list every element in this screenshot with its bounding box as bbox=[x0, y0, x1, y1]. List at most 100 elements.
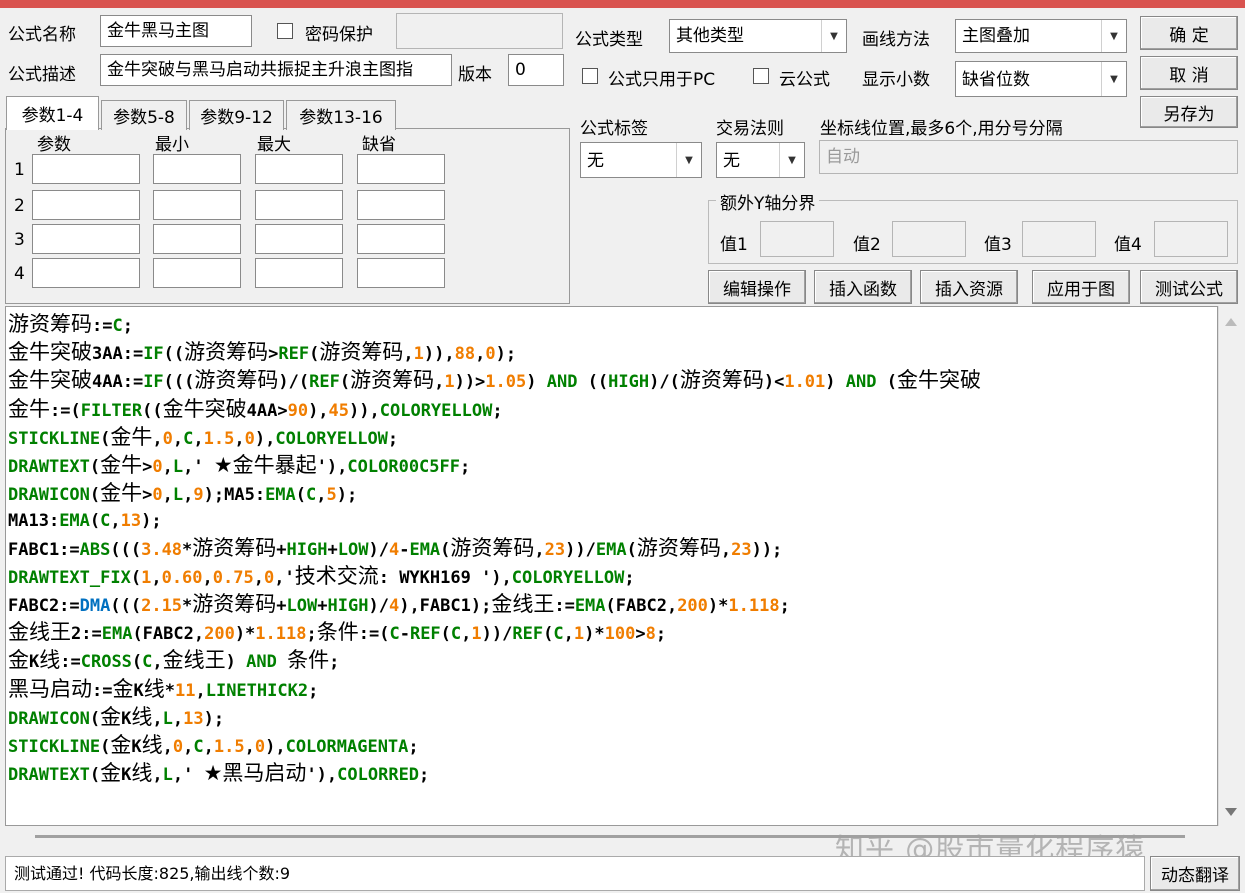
code-token: - bbox=[399, 624, 410, 645]
code-token: DRAWICON bbox=[8, 485, 90, 506]
insert-function-button[interactable]: 插入函数 bbox=[814, 270, 912, 304]
param-default-input[interactable] bbox=[357, 154, 445, 184]
code-line[interactable]: DRAWICON(金牛>0,L,9);MA5:EMA(C,5); bbox=[8, 480, 981, 508]
password-input[interactable] bbox=[396, 13, 563, 49]
param-name-input[interactable] bbox=[32, 190, 140, 220]
tab-params-5-8[interactable]: 参数5-8 bbox=[101, 100, 187, 130]
vertical-scrollbar[interactable] bbox=[1218, 306, 1244, 826]
param-name-input[interactable] bbox=[32, 258, 140, 288]
ok-button[interactable]: 确 定 bbox=[1140, 16, 1238, 50]
code-token: ((游资筹码> bbox=[163, 340, 279, 365]
code-line[interactable]: DRAWTEXT_FIX(1,0.60,0.75,0,'技术交流: WYKH16… bbox=[8, 563, 981, 591]
param-default-input[interactable] bbox=[357, 224, 445, 254]
code-token: AND bbox=[246, 652, 277, 673]
formula-name-label: 公式名称 bbox=[8, 25, 76, 45]
code-line[interactable]: STICKLINE(金牛,0,C,1.5,0),COLORYELLOW; bbox=[8, 424, 981, 452]
param-header-max: 最大 bbox=[257, 135, 291, 155]
pc-only-checkbox[interactable] bbox=[582, 68, 598, 84]
param-min-input[interactable] bbox=[153, 190, 241, 220]
tab-params-1-4[interactable]: 参数1-4 bbox=[6, 96, 99, 130]
code-text[interactable]: 游资筹码:=C; 金牛突破3AA:=IF((游资筹码>REF(游资筹码,1)),8… bbox=[8, 311, 981, 788]
apply-to-chart-button[interactable]: 应用于图 bbox=[1032, 270, 1130, 304]
code-token: , bbox=[183, 737, 194, 758]
draw-method-select[interactable]: 主图叠加 ▼ bbox=[955, 19, 1127, 53]
code-token: ABS bbox=[79, 539, 111, 560]
code-line[interactable]: DRAWTEXT(金牛>0,L,' ★金牛暴起'),COLOR00C5FF; bbox=[8, 452, 981, 480]
code-line[interactable]: 金牛突破4AA:=IF(((游资筹码)/(REF(游资筹码,1))>1.05) … bbox=[8, 367, 981, 395]
chevron-down-icon[interactable]: ▼ bbox=[676, 143, 701, 177]
formula-type-select[interactable]: 其他类型 ▼ bbox=[669, 19, 847, 53]
code-token: ; bbox=[387, 428, 399, 449]
code-token: )), bbox=[423, 344, 455, 365]
chevron-down-icon[interactable]: ▼ bbox=[1101, 20, 1126, 52]
param-min-input[interactable] bbox=[153, 154, 241, 184]
code-token: HIGH bbox=[608, 372, 650, 393]
scroll-down-icon[interactable] bbox=[1225, 808, 1237, 816]
code-token: DRAWICON bbox=[8, 708, 90, 729]
code-line[interactable]: 金牛:=(FILTER((金牛突破4AA>90),45)),COLORYELLO… bbox=[8, 396, 981, 424]
dynamic-translate-button[interactable]: 动态翻译 bbox=[1150, 856, 1240, 891]
code-line[interactable]: MA13:EMA(C,13); bbox=[8, 508, 981, 534]
chevron-down-icon[interactable]: ▼ bbox=[1101, 62, 1126, 96]
code-line[interactable]: 金牛突破3AA:=IF((游资筹码>REF(游资筹码,1)),88,0); bbox=[8, 339, 981, 367]
cloud-checkbox[interactable] bbox=[753, 68, 769, 84]
tab-params-9-12[interactable]: 参数9-12 bbox=[189, 100, 284, 130]
formula-desc-label: 公式描述 bbox=[8, 65, 76, 85]
decimal-select[interactable]: 缺省位数 ▼ bbox=[955, 61, 1127, 97]
chevron-down-icon[interactable]: ▼ bbox=[779, 143, 804, 177]
param-max-input[interactable] bbox=[255, 224, 343, 254]
code-line[interactable]: DRAWICON(金K线,L,13); bbox=[8, 704, 981, 732]
y-value-2-input[interactable] bbox=[892, 221, 966, 257]
code-token: , bbox=[202, 567, 213, 588]
y-value-1-input[interactable] bbox=[760, 221, 834, 257]
code-token: (FABC2, bbox=[605, 596, 678, 617]
param-max-input[interactable] bbox=[255, 154, 343, 184]
param-max-input[interactable] bbox=[255, 258, 343, 288]
code-token: 13 bbox=[183, 708, 204, 729]
code-token: ; bbox=[122, 316, 133, 336]
cancel-button[interactable]: 取 消 bbox=[1140, 56, 1238, 90]
test-formula-button[interactable]: 测试公式 bbox=[1140, 270, 1238, 304]
code-token: 1.5 bbox=[203, 428, 235, 449]
edit-ops-button[interactable]: 编辑操作 bbox=[708, 270, 806, 304]
code-line[interactable]: STICKLINE(金K线,0,C,1.5,0),COLORMAGENTA; bbox=[8, 732, 981, 760]
code-line[interactable]: 金K线:=CROSS(C,金线王) AND 条件; bbox=[8, 647, 981, 675]
tab-params-13-16[interactable]: 参数13-16 bbox=[286, 100, 396, 130]
param-default-input[interactable] bbox=[357, 190, 445, 220]
formula-name-input[interactable]: 金牛黑马主图 bbox=[100, 15, 252, 47]
formula-desc-input[interactable]: 金牛突破与黑马启动共振捉主升浪主图指 bbox=[100, 54, 452, 86]
param-default-input[interactable] bbox=[357, 258, 445, 288]
chevron-down-icon[interactable]: ▼ bbox=[821, 20, 846, 52]
code-line[interactable]: DRAWTEXT(金K线,L,' ★黑马启动'),COLORRED; bbox=[8, 760, 981, 788]
code-token: 1.05 bbox=[485, 372, 527, 393]
code-editor[interactable]: 游资筹码:=C; 金牛突破3AA:=IF((游资筹码>REF(游资筹码,1)),8… bbox=[5, 306, 1218, 826]
trade-rule-select[interactable]: 无 ▼ bbox=[716, 142, 805, 178]
code-token: C bbox=[193, 737, 204, 758]
code-token: FABC2:= bbox=[8, 596, 80, 617]
code-line[interactable]: FABC1:=ABS(((3.48*游资筹码+HIGH+LOW)/4-EMA(游… bbox=[8, 535, 981, 563]
code-line[interactable]: 金线王2:=EMA(FABC2,200)*1.118;条件:=(C-REF(C,… bbox=[8, 619, 981, 647]
code-line[interactable]: 游资筹码:=C; bbox=[8, 311, 981, 339]
password-checkbox[interactable] bbox=[277, 23, 293, 39]
y-value-3-input[interactable] bbox=[1022, 221, 1096, 257]
code-token: 0 bbox=[172, 737, 184, 758]
param-name-input[interactable] bbox=[32, 154, 140, 184]
version-input[interactable]: 0 bbox=[508, 54, 564, 86]
param-max-input[interactable] bbox=[255, 190, 343, 220]
param-min-input[interactable] bbox=[153, 224, 241, 254]
code-token: (游资筹码, bbox=[440, 535, 545, 560]
save-as-button[interactable]: 另存为 bbox=[1140, 96, 1238, 128]
code-token: 0 bbox=[152, 485, 163, 506]
code-token: C bbox=[183, 428, 194, 449]
code-line[interactable]: FABC2:=DMA(((2.15*游资筹码+LOW+HIGH)/4),FABC… bbox=[8, 591, 981, 619]
param-min-input[interactable] bbox=[153, 258, 241, 288]
scroll-up-icon[interactable] bbox=[1225, 318, 1237, 326]
code-token: LINETHICK2 bbox=[205, 680, 309, 701]
insert-resource-button[interactable]: 插入资源 bbox=[920, 270, 1018, 304]
y-value-4-input[interactable] bbox=[1154, 221, 1228, 257]
coord-line-input[interactable]: 自动 bbox=[819, 140, 1238, 174]
code-line[interactable]: 黑马启动:=金K线*11,LINETHICK2; bbox=[8, 676, 981, 704]
formula-tag-select[interactable]: 无 ▼ bbox=[580, 142, 702, 178]
param-name-input[interactable] bbox=[32, 224, 140, 254]
code-token: 2.15 bbox=[141, 596, 183, 617]
